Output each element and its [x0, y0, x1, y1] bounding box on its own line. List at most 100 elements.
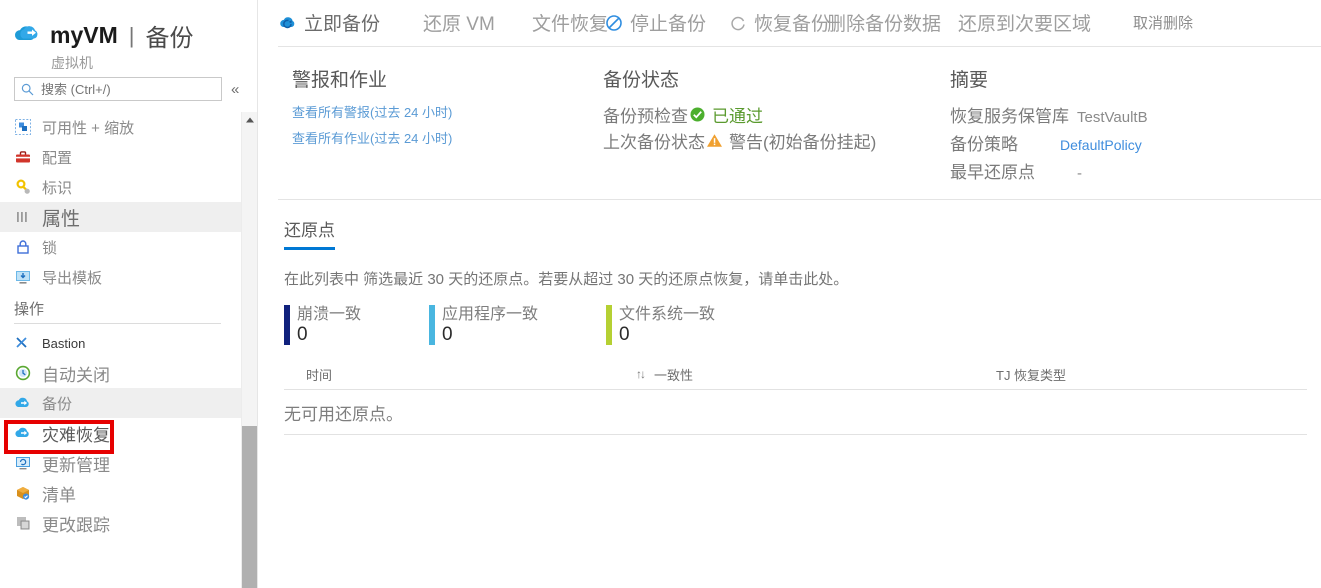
summary-key: 恢复服务保管库 [950, 107, 1069, 126]
tab-restore-points[interactable]: 还原点 [284, 216, 335, 250]
stat-crash-consistent: 崩溃一致 0 [284, 305, 361, 345]
status-overview: 警报和作业 查看所有警报(过去 24 小时) 查看所有作业(过去 24 小时) … [278, 47, 1321, 200]
stat-application-consistent: 应用程序一致 0 [429, 305, 538, 345]
summary-column: 摘要 恢复服务保管库 TestVaultB 备份策略 DefaultPolicy… [950, 65, 1148, 186]
column-header-time[interactable]: 时间 [284, 365, 636, 384]
sidebar-item-export-template[interactable]: 导出模板 [0, 262, 243, 292]
sidebar-item-update-management[interactable]: 更新管理 [0, 448, 243, 478]
sidebar-item-bastion[interactable]: Bastion [0, 328, 243, 358]
restore-points-section: 还原点 在此列表中 筛选最近 30 天的还原点。若要从超过 30 天的还原点恢复… [278, 200, 1321, 435]
change-tracking-icon [14, 514, 32, 532]
stat-color-bar [606, 305, 613, 345]
sidebar-item-label: 属性 [42, 208, 81, 230]
view-all-alerts-link[interactable]: 查看所有警报(过去 24 小时) [292, 102, 452, 121]
toolbar-restore-vm-button[interactable]: 还原 VM [423, 9, 495, 36]
sidebar-item-identity[interactable]: 标识 [0, 172, 243, 202]
summary-row: 最早还原点 - [950, 158, 1148, 183]
column-header-label: 时间 [306, 367, 333, 383]
backup-policy-link[interactable]: DefaultPolicy [1060, 137, 1142, 153]
restore-points-description: 在此列表中 筛选最近 30 天的还原点。若要从超过 30 天的还原点恢复，请单击… [284, 271, 849, 288]
blade-title-separator: | [128, 22, 135, 48]
sidebar-scrollbar[interactable] [241, 112, 257, 588]
toolbar-stop-backup-button[interactable]: 停止备份 [604, 9, 706, 36]
sidebar-item-backup[interactable]: 备份 [0, 388, 243, 418]
toolbar-file-recovery-button[interactable]: 文件恢复 [532, 9, 608, 36]
search-icon [21, 83, 34, 96]
lock-icon [14, 238, 32, 256]
table-empty-message: 无可用还原点。 [284, 390, 1307, 435]
toolbar-backup-now-button[interactable]: 立即备份 [278, 9, 380, 36]
scrollbar-thumb[interactable] [242, 426, 257, 588]
blade-subtitle: 虚拟机 [51, 55, 93, 71]
blade-resource-name: myVM [50, 22, 118, 48]
left-navigation-panel: myVM | 备份 虚拟机 « [0, 0, 258, 588]
column-header-label: TJ 恢复类型 [996, 367, 1067, 383]
search-input[interactable] [39, 80, 213, 98]
export-template-icon [14, 268, 32, 286]
last-backup-label: 上次备份状态 [603, 132, 705, 152]
toolbar-item-label: 文件恢复 [532, 14, 609, 35]
prechecks-row: 备份预检查 已通过 [603, 102, 876, 126]
sidebar-item-label: 可用性 + 缩放 [42, 119, 135, 137]
properties-icon [14, 208, 32, 226]
toolbar-item-label: 还原 VM [423, 14, 495, 35]
sidebar-item-label: 导出模板 [42, 269, 103, 287]
sidebar-item-auto-shutdown[interactable]: 自动关闭 [0, 358, 243, 388]
toolbar-restore-secondary-region-button[interactable]: 还原到次要区域 [958, 9, 1091, 36]
toolbox-icon [14, 148, 32, 166]
toolbar-undelete-button[interactable]: 取消删除 [1133, 12, 1193, 33]
sidebar-item-change-tracking[interactable]: 更改跟踪 [0, 508, 243, 538]
stat-value: 0 [297, 324, 308, 345]
sidebar-item-disaster-recovery[interactable]: 灾难恢复 [0, 418, 243, 448]
collapse-panel-button[interactable]: « [231, 82, 239, 97]
summary-row: 备份策略 DefaultPolicy [950, 130, 1148, 155]
last-backup-status-row: 上次备份状态 警告(初始备份挂起) [603, 128, 876, 152]
sidebar-item-properties[interactable]: 属性 [0, 202, 243, 232]
prechecks-value: 已通过 [712, 106, 763, 126]
sidebar-item-label: 配置 [42, 149, 73, 167]
view-all-jobs-link[interactable]: 查看所有作业(过去 24 小时) [292, 128, 452, 147]
toolbar-resume-backup-button[interactable]: 恢复备份 [728, 9, 830, 36]
column-header-consistency[interactable]: ↑↓ 一致性 [636, 365, 996, 384]
sidebar-item-label: 锁 [42, 239, 58, 257]
toolbar-item-label: 恢复备份 [754, 14, 831, 35]
summary-value: TestVaultB [1077, 109, 1148, 126]
blade-title-row: myVM | 备份 [14, 18, 257, 53]
stat-label: 文件系统一致 [619, 306, 716, 323]
column-header-recovery-type[interactable]: TJ 恢复类型 [996, 365, 1256, 384]
sidebar-item-label: 更新管理 [42, 455, 110, 475]
sidebar-item-label: 备份 [42, 395, 73, 413]
toolbar-item-label: 取消删除 [1133, 15, 1194, 32]
toolbar-delete-backup-data-button[interactable]: 删除备份数据 [827, 9, 941, 36]
stat-filesystem-consistent: 文件系统一致 0 [606, 305, 715, 345]
table-header-row: 时间 ↑↓ 一致性 TJ 恢复类型 [284, 359, 1307, 390]
success-check-icon [689, 106, 706, 123]
sidebar-item-locks[interactable]: 锁 [0, 232, 243, 262]
stop-backup-icon [604, 13, 624, 33]
restore-points-table: 时间 ↑↓ 一致性 TJ 恢复类型 无可用还原点。 [284, 359, 1307, 435]
restore-points-tab-row: 还原点 [278, 216, 1321, 250]
sidebar-item-label: 灾难恢复 [42, 425, 110, 445]
sidebar-item-label: Bastion [42, 335, 86, 351]
inventory-icon [14, 484, 32, 502]
prechecks-label: 备份预检查 [603, 106, 688, 126]
toolbar-item-label: 立即备份 [304, 14, 381, 35]
resume-backup-icon [728, 13, 748, 33]
sidebar-item-configuration[interactable]: 配置 [0, 142, 243, 172]
stat-label: 崩溃一致 [297, 306, 362, 323]
sidebar-item-label: 自动关闭 [42, 365, 110, 385]
backup-now-icon [278, 13, 298, 33]
sort-arrows-icon[interactable]: ↑↓ [636, 367, 646, 381]
sidebar-divider [14, 323, 221, 324]
summary-key: 备份策略 [950, 135, 1018, 154]
sidebar-item-label: 清单 [42, 485, 76, 505]
backup-cloud-icon [14, 394, 32, 412]
sidebar-item-availability-scaling[interactable]: 可用性 + 缩放 [0, 112, 243, 142]
summary-key: 最早还原点 [950, 163, 1035, 182]
sidebar-item-label: 更改跟踪 [42, 515, 110, 535]
page-title: 备份 [145, 25, 194, 52]
sidebar-item-inventory[interactable]: 清单 [0, 478, 243, 508]
backup-cloud-icon [14, 24, 42, 48]
search-box[interactable] [14, 77, 222, 101]
scroll-up-arrow-icon[interactable] [242, 112, 258, 128]
